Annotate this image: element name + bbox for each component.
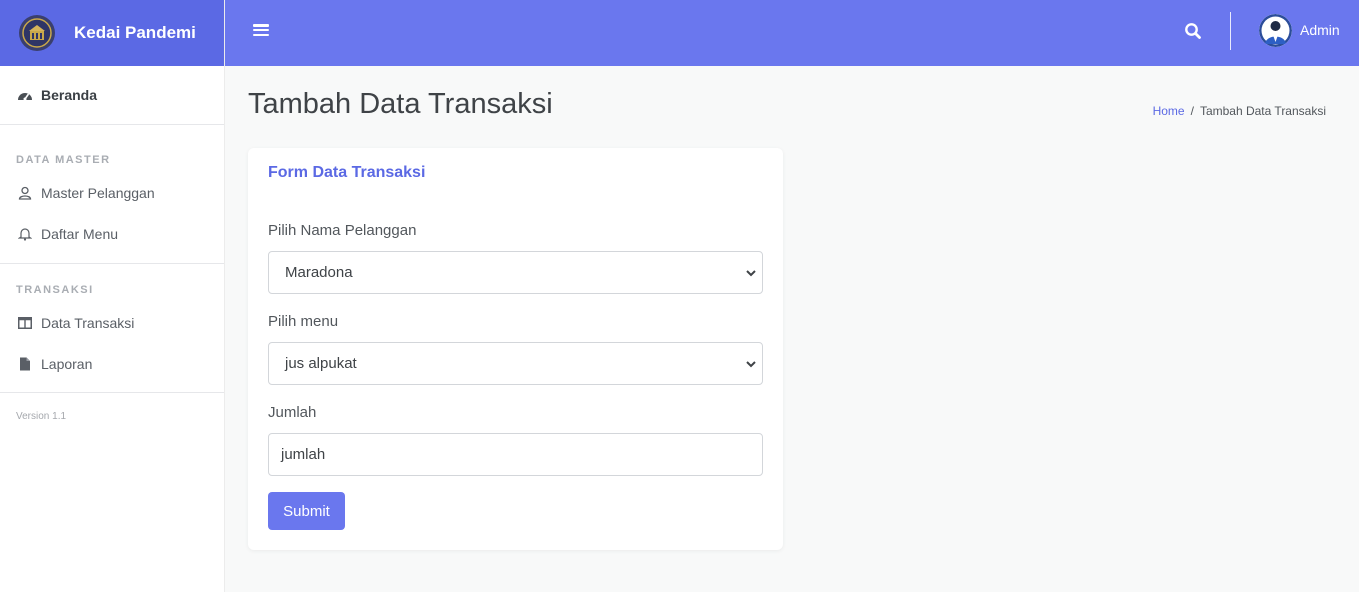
pelanggan-select[interactable]: Maradona bbox=[268, 251, 763, 294]
submit-button[interactable]: Submit bbox=[268, 492, 345, 530]
jumlah-label: Jumlah bbox=[268, 404, 317, 421]
search-icon[interactable] bbox=[1183, 21, 1203, 41]
sidebar-item-label: Daftar Menu bbox=[41, 225, 119, 242]
brand[interactable]: Kedai Pandemi bbox=[0, 0, 224, 66]
menu-select[interactable]: jus alpukat bbox=[268, 342, 763, 385]
menu-label: Pilih menu bbox=[268, 313, 339, 330]
breadcrumb-home-link[interactable]: Home bbox=[1153, 104, 1185, 118]
university-seal-icon bbox=[19, 15, 55, 51]
sidebar-item-daftar-menu[interactable]: Daftar Menu bbox=[0, 213, 224, 254]
brand-name: Kedai Pandemi bbox=[74, 23, 196, 42]
menu-selected-value: jus alpukat bbox=[285, 355, 357, 372]
dashboard-icon bbox=[17, 87, 33, 103]
sidebar-item-label: Laporan bbox=[41, 355, 93, 372]
transaction-form-card: Form Data Transaksi Pilih Nama Pelanggan… bbox=[248, 148, 783, 550]
sidebar-item-label: Data Transaksi bbox=[41, 314, 135, 331]
table-icon bbox=[17, 315, 33, 331]
sidebar-item-beranda[interactable]: Beranda bbox=[0, 66, 224, 124]
chevron-down-icon bbox=[746, 361, 756, 368]
top-navbar: Admin bbox=[225, 0, 1359, 66]
chevron-down-icon bbox=[746, 270, 756, 277]
breadcrumb-current: Tambah Data Transaksi bbox=[1199, 104, 1326, 118]
breadcrumb-separator: / bbox=[1190, 104, 1194, 118]
card-title: Form Data Transaksi bbox=[268, 164, 426, 181]
sidebar-item-data-transaksi[interactable]: Data Transaksi bbox=[0, 302, 224, 343]
section-heading-data-master: DATA MASTER bbox=[16, 154, 111, 166]
sidebar-item-master-pelanggan[interactable]: Master Pelanggan bbox=[0, 172, 224, 213]
sidebar-item-label: Master Pelanggan bbox=[41, 184, 155, 201]
user-icon bbox=[17, 185, 33, 201]
page-title: Tambah Data Transaksi bbox=[248, 88, 553, 120]
navbar-divider bbox=[1230, 12, 1231, 50]
menu-toggle-icon[interactable] bbox=[253, 22, 269, 38]
breadcrumb: Home / Tambah Data Transaksi bbox=[1153, 104, 1326, 118]
avatar[interactable] bbox=[1259, 14, 1292, 47]
version-label: Version 1.1 bbox=[16, 411, 67, 422]
pelanggan-label: Pilih Nama Pelanggan bbox=[268, 222, 417, 239]
section-heading-transaksi: TRANSAKSI bbox=[16, 284, 94, 296]
sidebar-item-laporan[interactable]: Laporan bbox=[0, 343, 224, 384]
sidebar-item-label: Beranda bbox=[41, 87, 98, 103]
jumlah-input[interactable]: jumlah bbox=[268, 433, 763, 476]
jumlah-value: jumlah bbox=[281, 446, 326, 463]
sidebar: Kedai Pandemi Beranda DATA MASTER Master… bbox=[0, 0, 225, 592]
bell-icon bbox=[17, 226, 33, 242]
user-name[interactable]: Admin bbox=[1300, 22, 1340, 38]
file-icon bbox=[17, 356, 33, 372]
main-content: Tambah Data Transaksi Home / Tambah Data… bbox=[225, 66, 1359, 592]
pelanggan-selected-value: Maradona bbox=[285, 264, 353, 281]
